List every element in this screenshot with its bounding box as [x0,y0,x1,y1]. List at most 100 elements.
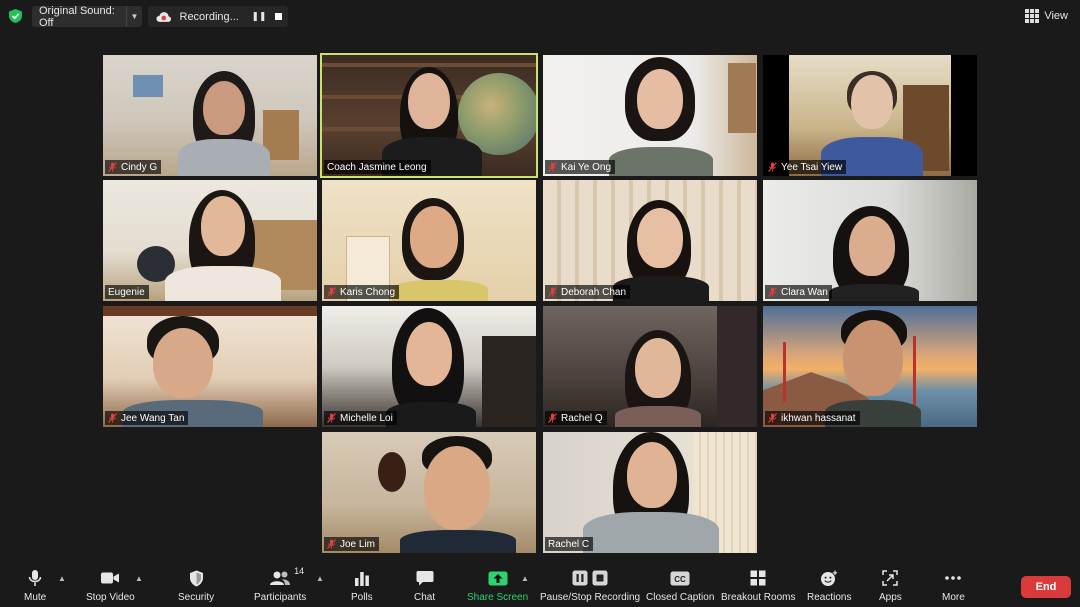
original-sound-label: Original Sound: Off [39,4,115,29]
meeting-top-bar: Original Sound: Off ▼ Recording... ❚❚ Vi… [0,0,1080,32]
stop-video-label: Stop Video [86,592,135,603]
security-button[interactable]: Security [178,568,214,603]
reactions-button[interactable]: Reactions [807,568,851,603]
participant-name: ikhwan hassanat [781,412,856,424]
view-button[interactable]: View [1025,7,1068,25]
participant-name: Joe Lim [340,538,376,550]
stop-icon [592,570,608,586]
participants-icon [270,571,291,585]
video-tile[interactable]: Eugenie [103,180,317,301]
video-tile[interactable]: Michelle Loi [322,306,536,427]
participant-name-tag: Joe Lim [324,537,380,551]
apps-icon [882,570,899,586]
participants-options-chevron-icon[interactable]: ▲ [316,574,324,583]
closed-caption-button[interactable]: CC Closed Caption [646,568,714,603]
participant-name-tag: Michelle Loi [324,411,397,425]
polls-button[interactable]: Polls [351,568,373,603]
video-tile[interactable]: Deborah Chan [543,180,757,301]
mic-muted-icon [548,287,557,297]
svg-text:CC: CC [674,575,686,584]
more-button[interactable]: More [942,568,965,603]
video-tile[interactable]: Karis Chong [322,180,536,301]
share-options-chevron-icon[interactable]: ▲ [521,574,529,583]
video-camera-icon [101,572,120,584]
original-sound-toggle[interactable]: Original Sound: Off ▼ [32,4,142,29]
stop-video-button[interactable]: Stop Video [86,568,135,603]
participant-name: Coach Jasmine Leong [327,161,427,173]
participant-name: Rachel Q [561,412,603,424]
breakout-rooms-label: Breakout Rooms [721,592,796,603]
chat-button[interactable]: Chat [414,568,435,603]
share-screen-arrow-icon [488,571,508,585]
stop-recording-icon[interactable] [269,13,288,20]
video-tile[interactable]: Cindy G [103,55,317,176]
participant-name-tag: Coach Jasmine Leong [324,160,431,174]
chevron-down-icon[interactable]: ▼ [126,6,142,27]
mic-muted-icon [768,162,777,172]
video-tile[interactable]: Kai Ye Ong [543,55,757,176]
video-tile[interactable]: Jee Wang Tan [103,306,317,427]
pause-icon [572,570,588,586]
meeting-toolbar: Mute ▲ Stop Video ▲ Security 14 Particip… [0,562,1080,607]
encryption-shield-icon[interactable] [9,9,22,23]
participant-name: Kai Ye Ong [561,161,612,173]
reactions-label: Reactions [807,592,852,603]
grid-view-icon [1025,9,1040,23]
video-tile[interactable]: Rachel Q [543,306,757,427]
recording-label: Recording... [179,10,239,23]
mic-muted-icon [768,413,777,423]
participant-name: Michelle Loi [340,412,393,424]
participant-name: Rachel C [548,538,590,550]
closed-caption-icon: CC [670,571,690,585]
participants-label: Participants [254,592,307,603]
pause-stop-recording-button[interactable]: Pause/Stop Recording [540,568,640,603]
pause-recording-icon[interactable]: ❚❚ [249,11,268,22]
closed-caption-label: Closed Caption [646,592,715,603]
ellipsis-icon [945,576,962,580]
mute-button[interactable]: Mute [24,568,46,603]
participant-name: Eugenie [108,286,145,298]
video-tile[interactable]: Rachel C [543,432,757,553]
participants-button[interactable]: 14 Participants [254,566,307,603]
emoji-smile-icon [821,570,838,586]
cloud-recording-icon [156,11,172,22]
mic-muted-icon [108,162,117,172]
share-screen-button[interactable]: Share Screen [467,568,528,603]
mic-muted-icon [327,539,336,549]
participant-name: Jee Wang Tan [121,412,185,424]
mic-muted-icon [548,162,557,172]
mic-muted-icon [327,413,336,423]
mic-muted-icon [108,413,117,423]
video-options-chevron-icon[interactable]: ▲ [135,574,143,583]
mic-muted-icon [327,287,336,297]
participant-name: Clara Wan [781,286,828,298]
breakout-rooms-button[interactable]: Breakout Rooms [721,568,795,603]
participant-count: 14 [294,566,305,576]
participant-name-tag: ikhwan hassanat [765,411,860,425]
breakout-rooms-grid-icon [750,570,766,586]
mic-muted-icon [548,413,557,423]
share-screen-label: Share Screen [467,592,529,603]
apps-label: Apps [879,592,902,603]
participant-name-tag: Karis Chong [324,285,400,299]
chat-label: Chat [414,592,436,603]
mic-muted-icon [768,287,777,297]
view-label: View [1044,10,1068,22]
video-tile[interactable]: ikhwan hassanat [763,306,977,427]
shield-icon [189,570,203,586]
participant-name-tag: Deborah Chan [545,285,631,299]
participant-name: Cindy G [121,161,158,173]
participant-name-tag: Jee Wang Tan [105,411,189,425]
video-tile-active-speaker[interactable]: Coach Jasmine Leong [320,53,538,178]
video-tile[interactable]: Joe Lim [322,432,536,553]
video-tile[interactable]: Clara Wan [763,180,977,301]
apps-button[interactable]: Apps [879,568,902,603]
end-label: End [1035,581,1057,593]
recording-indicator: Recording... ❚❚ [148,6,288,27]
audio-options-chevron-icon[interactable]: ▲ [58,574,66,583]
video-tile[interactable]: Yee Tsai Yiew [763,55,977,176]
participant-name-tag: Kai Ye Ong [545,160,616,174]
participant-name-tag: Yee Tsai Yiew [765,160,847,174]
security-label: Security [178,592,215,603]
end-meeting-button[interactable]: End [1021,576,1071,598]
